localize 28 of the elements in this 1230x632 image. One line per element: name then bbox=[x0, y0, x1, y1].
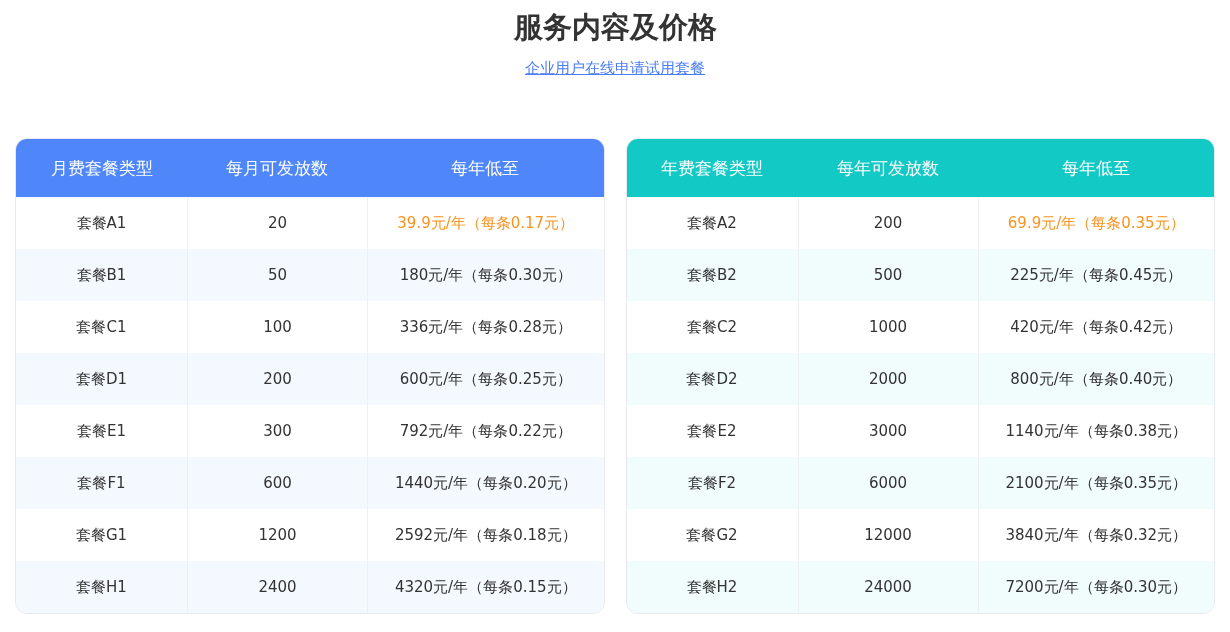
table-cell-text: 套餐F2 bbox=[686, 472, 738, 494]
column-header: 每月可发放数 bbox=[225, 156, 329, 180]
table-cell-text: 套餐F1 bbox=[76, 472, 127, 494]
table-cell-text: 套餐H1 bbox=[75, 576, 128, 598]
table-cell-text: 套餐B1 bbox=[75, 264, 128, 286]
table-cell-text: 套餐E1 bbox=[76, 420, 127, 442]
table-cell-text: 套餐A1 bbox=[75, 212, 128, 234]
column-header: 月费套餐类型 bbox=[49, 156, 154, 180]
table-cell: 4320元/年（每条0.15元） bbox=[367, 561, 604, 613]
column-header: 年费套餐类型 bbox=[660, 156, 764, 180]
table-cell: 2400 bbox=[187, 561, 367, 613]
table-cell: 7200元/年（每条0.30元） bbox=[977, 561, 1214, 613]
table-cell-text: 套餐B2 bbox=[686, 264, 738, 286]
table-cell-text: 套餐C1 bbox=[75, 316, 128, 338]
table-cell-text: 套餐E2 bbox=[686, 420, 738, 442]
table-cell-text: 套餐H2 bbox=[685, 576, 739, 598]
table-cell: 24000 bbox=[797, 561, 978, 613]
table-cell-text: 套餐G1 bbox=[74, 524, 129, 546]
table-cell-text: 套餐C2 bbox=[686, 316, 738, 338]
page-title: 服务内容及价格 bbox=[513, 9, 717, 45]
column-header: 每年可发放数 bbox=[835, 156, 940, 180]
column-header: 每年低至 bbox=[1060, 156, 1131, 180]
table-cell-text: 套餐A2 bbox=[686, 212, 738, 234]
table-cell-text: 套餐D2 bbox=[685, 368, 739, 390]
column-header: 每年低至 bbox=[450, 156, 521, 180]
trial-link[interactable]: 企业用户在线申请试用套餐 bbox=[525, 58, 705, 78]
table-cell-text: 套餐G2 bbox=[685, 524, 739, 546]
table-cell-text: 套餐D1 bbox=[74, 368, 129, 390]
